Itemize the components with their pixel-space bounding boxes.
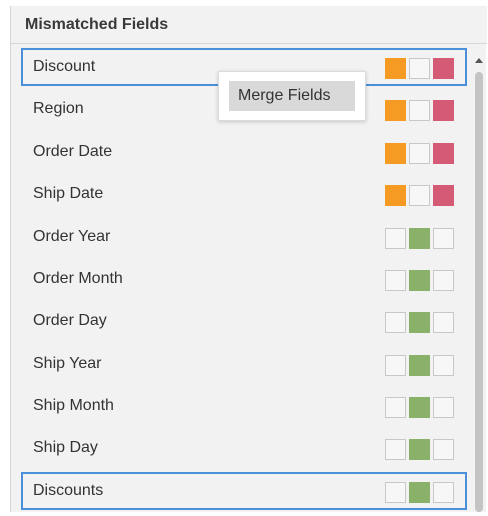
source-color-swatch <box>433 355 454 376</box>
field-name: Ship Date <box>33 185 104 202</box>
source-color-swatch <box>385 312 406 333</box>
scroll-up-arrow-icon[interactable] <box>475 58 483 63</box>
field-row[interactable]: Ship Month <box>21 387 467 425</box>
source-color-swatch <box>385 270 406 291</box>
source-color-swatch <box>433 270 454 291</box>
source-color-swatch <box>385 397 406 418</box>
panel-header: Mismatched Fields <box>11 6 487 44</box>
source-color-swatch <box>385 100 406 121</box>
source-color-swatch <box>433 58 454 79</box>
source-color-swatch <box>433 439 454 460</box>
source-color-swatch <box>409 143 430 164</box>
field-name: Order Date <box>33 143 113 160</box>
source-color-swatch <box>409 228 430 249</box>
source-color-swatch <box>409 355 430 376</box>
source-color-swatch <box>385 482 406 503</box>
field-row[interactable]: Ship Date <box>21 175 467 213</box>
source-color-swatch <box>385 58 406 79</box>
source-color-swatch <box>385 439 406 460</box>
panel-title: Mismatched Fields <box>25 16 169 33</box>
source-color-swatch <box>433 312 454 333</box>
source-color-swatch <box>433 185 454 206</box>
source-color-swatch <box>385 143 406 164</box>
field-row[interactable]: Discounts <box>21 472 467 510</box>
source-color-swatch <box>409 482 430 503</box>
source-color-swatch <box>433 100 454 121</box>
field-name: Ship Month <box>33 397 114 414</box>
field-name: Order Day <box>33 312 107 329</box>
source-color-swatch <box>409 100 430 121</box>
source-color-swatch <box>409 270 430 291</box>
source-color-swatch <box>433 482 454 503</box>
source-color-swatch <box>409 185 430 206</box>
source-color-swatch <box>385 355 406 376</box>
field-name: Order Year <box>33 228 111 245</box>
field-row[interactable]: Order Year <box>21 218 467 256</box>
source-color-swatch <box>409 397 430 418</box>
field-name: Ship Day <box>33 439 98 456</box>
vertical-scrollbar[interactable] <box>473 50 485 512</box>
field-name: Discount <box>33 58 96 75</box>
merge-fields-menu-item[interactable]: Merge Fields <box>229 81 355 111</box>
field-row[interactable]: Order Date <box>21 133 467 171</box>
field-row[interactable]: Order Month <box>21 260 467 298</box>
source-color-swatch <box>409 312 430 333</box>
context-menu: Merge Fields <box>218 71 366 121</box>
field-row[interactable]: Ship Day <box>21 429 467 467</box>
field-name: Region <box>33 100 84 117</box>
merge-fields-label: Merge Fields <box>238 87 331 104</box>
field-row[interactable]: Order Day <box>21 302 467 340</box>
field-name: Ship Year <box>33 355 102 372</box>
source-color-swatch <box>385 185 406 206</box>
source-color-swatch <box>433 143 454 164</box>
scroll-thumb[interactable] <box>475 72 483 512</box>
field-name: Discounts <box>33 482 104 499</box>
source-color-swatch <box>433 228 454 249</box>
source-color-swatch <box>433 397 454 418</box>
source-color-swatch <box>409 439 430 460</box>
source-color-swatch <box>385 228 406 249</box>
field-name: Order Month <box>33 270 123 287</box>
field-row[interactable]: Ship Year <box>21 345 467 383</box>
source-color-swatch <box>409 58 430 79</box>
